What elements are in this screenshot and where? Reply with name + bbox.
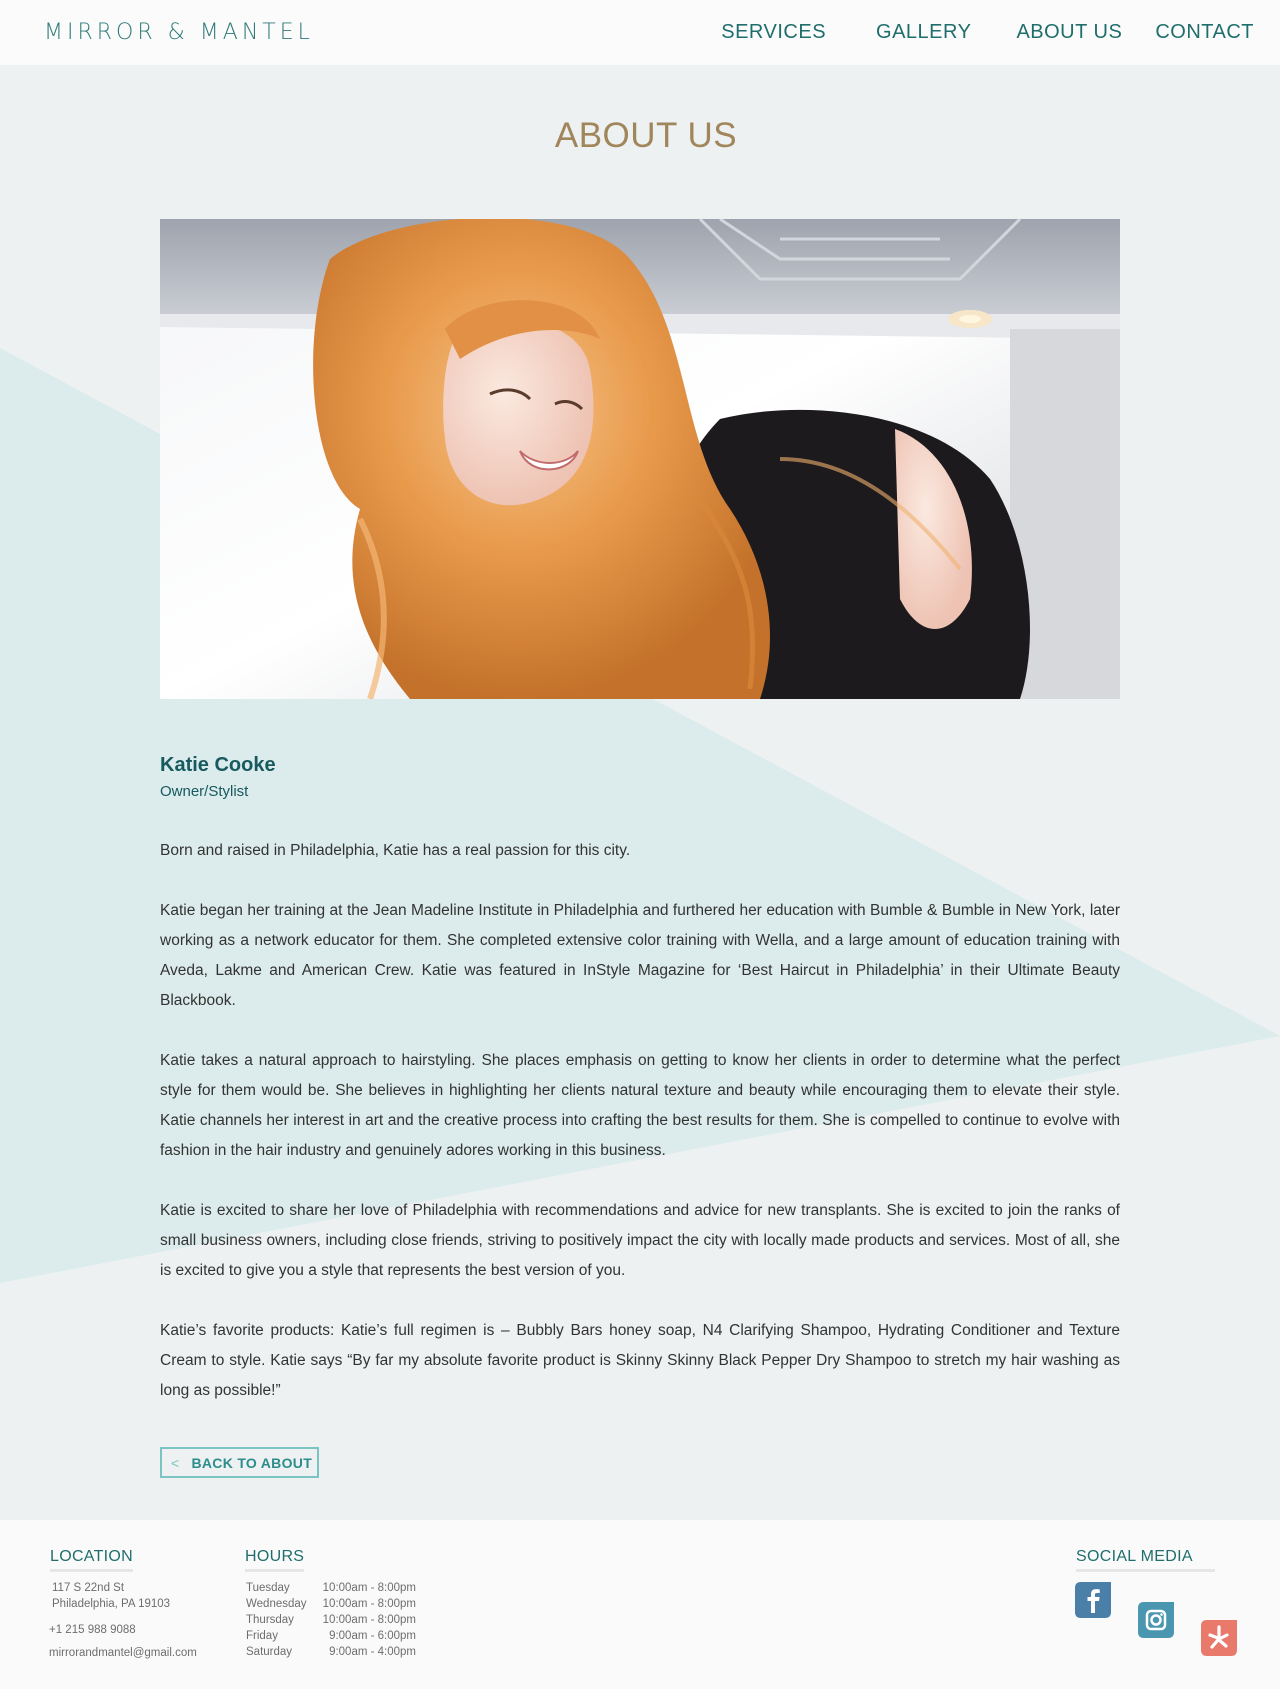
- nav-about-us[interactable]: ABOUT US: [1016, 21, 1122, 44]
- bio-paragraph: Born and raised in Philadelphia, Katie h…: [160, 842, 631, 859]
- hours-row: Thursday 10:00am - 8:00pm: [246, 1612, 416, 1628]
- hours-time: 9:00am - 4:00pm: [329, 1646, 416, 1658]
- hours-row: Wednesday 10:00am - 8:00pm: [246, 1596, 416, 1612]
- stylist-bio: Born and raised in Philadelphia, Katie h…: [160, 836, 1120, 1436]
- hours-table: Tuesday 10:00am - 8:00pm Wednesday 10:00am…: [246, 1580, 416, 1660]
- facebook-icon[interactable]: [1075, 1582, 1111, 1618]
- bio-paragraph: Katie takes a natural approach to hairst…: [160, 1052, 1120, 1159]
- yelp-icon[interactable]: [1201, 1620, 1237, 1656]
- hours-row: Saturday 9:00am - 4:00pm: [246, 1644, 416, 1660]
- site-footer: LOCATION 117 S 22nd St Philadelphia, PA …: [0, 1520, 1280, 1689]
- stylist-name: Katie Cooke: [160, 754, 276, 776]
- social-media-heading: SOCIAL MEDIA: [1076, 1548, 1215, 1572]
- nav-contact[interactable]: CONTACT: [1155, 21, 1254, 44]
- instagram-icon[interactable]: [1138, 1602, 1174, 1638]
- hours-day: Saturday: [246, 1646, 293, 1658]
- hours-row: Friday 9:00am - 6:00pm: [246, 1628, 416, 1644]
- stylist-role: Owner/Stylist: [160, 783, 249, 800]
- bio-paragraph: Katie’s favorite products: Katie’s full …: [160, 1322, 1120, 1399]
- address-street: 117 S 22nd St: [52, 1582, 125, 1594]
- bio-paragraph: Katie is excited to share her love of Ph…: [160, 1202, 1120, 1279]
- nav-gallery[interactable]: GALLERY: [876, 21, 971, 44]
- hours-heading: HOURS: [245, 1548, 305, 1572]
- site-header: MIRROR & MANTEL SERVICES GALLERY ABOUT U…: [0, 0, 1280, 65]
- stylist-photo: [160, 219, 1120, 699]
- hours-day: Thursday: [246, 1614, 294, 1626]
- hours-time: 10:00am - 8:00pm: [322, 1582, 416, 1594]
- hours-day: Wednesday: [246, 1598, 307, 1610]
- nav-services[interactable]: SERVICES: [721, 21, 826, 44]
- phone-number[interactable]: +1 215 988 9088: [49, 1622, 136, 1638]
- hours-day: Friday: [246, 1630, 278, 1642]
- page-title: ABOUT US: [554, 116, 738, 155]
- site-logo[interactable]: MIRROR & MANTEL: [44, 20, 314, 45]
- hours-time: 9:00am - 6:00pm: [329, 1630, 416, 1642]
- hours-time: 10:00am - 8:00pm: [322, 1598, 416, 1610]
- bio-paragraph: Katie began her training at the Jean Mad…: [160, 902, 1120, 1009]
- main-nav: SERVICES GALLERY ABOUT US CONTACT: [721, 21, 1254, 44]
- hours-time: 10:00am - 8:00pm: [322, 1614, 416, 1626]
- hours-row: Tuesday 10:00am - 8:00pm: [246, 1580, 416, 1596]
- hours-day: Tuesday: [246, 1582, 290, 1594]
- email-link[interactable]: mirrorandmantel@gmail.com: [49, 1645, 197, 1661]
- back-to-about-button[interactable]: < BACK TO ABOUT: [160, 1447, 319, 1478]
- location-heading: LOCATION: [50, 1548, 134, 1572]
- chevron-left-icon: <: [171, 1454, 180, 1471]
- stylist-photo-image: [160, 219, 1120, 699]
- address-city: Philadelphia, PA 19103: [52, 1598, 171, 1610]
- back-button-label: BACK TO ABOUT: [191, 1454, 313, 1471]
